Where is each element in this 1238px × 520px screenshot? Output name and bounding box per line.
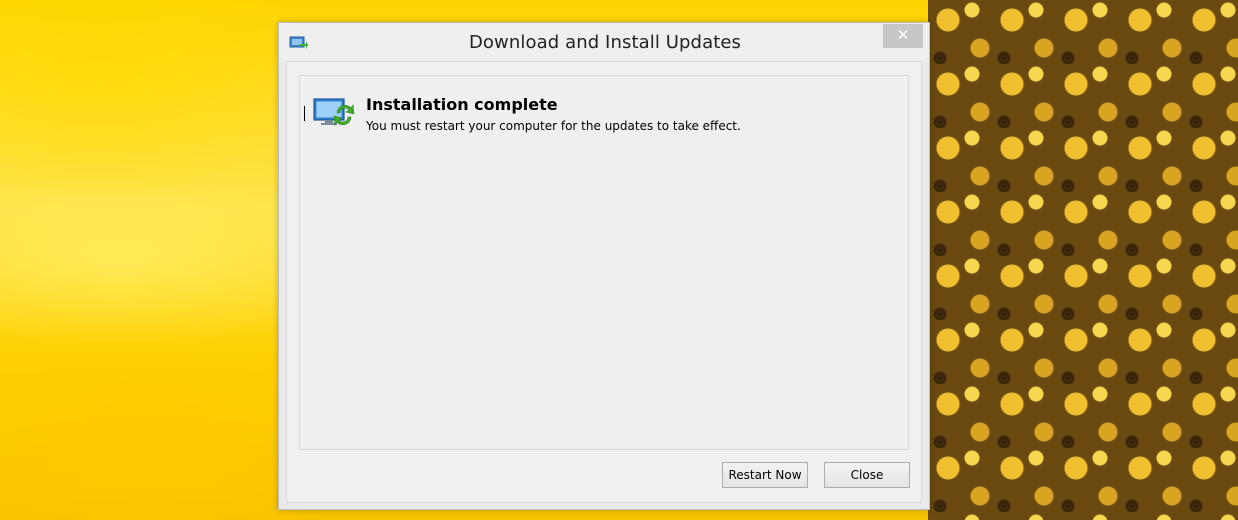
dialog-body: Installation complete You must restart y… — [286, 61, 922, 503]
desktop: Download and Install Updates ✕ Installat… — [0, 0, 1238, 520]
update-complete-icon — [313, 98, 355, 126]
status-message: You must restart your computer for the u… — [366, 119, 741, 133]
status-panel: Installation complete You must restart y… — [299, 75, 909, 450]
restart-now-button[interactable]: Restart Now — [722, 462, 808, 488]
title-bar[interactable]: Download and Install Updates ✕ — [279, 23, 929, 61]
text-caret — [304, 106, 305, 121]
close-icon: ✕ — [896, 26, 910, 44]
status-heading: Installation complete — [366, 95, 558, 114]
window-title: Download and Install Updates — [468, 32, 742, 53]
wallpaper-sunflower-center — [928, 0, 1238, 520]
close-button[interactable]: Close — [824, 462, 910, 488]
update-dialog: Download and Install Updates ✕ Installat… — [278, 22, 930, 510]
window-close-button[interactable]: ✕ — [883, 24, 923, 48]
